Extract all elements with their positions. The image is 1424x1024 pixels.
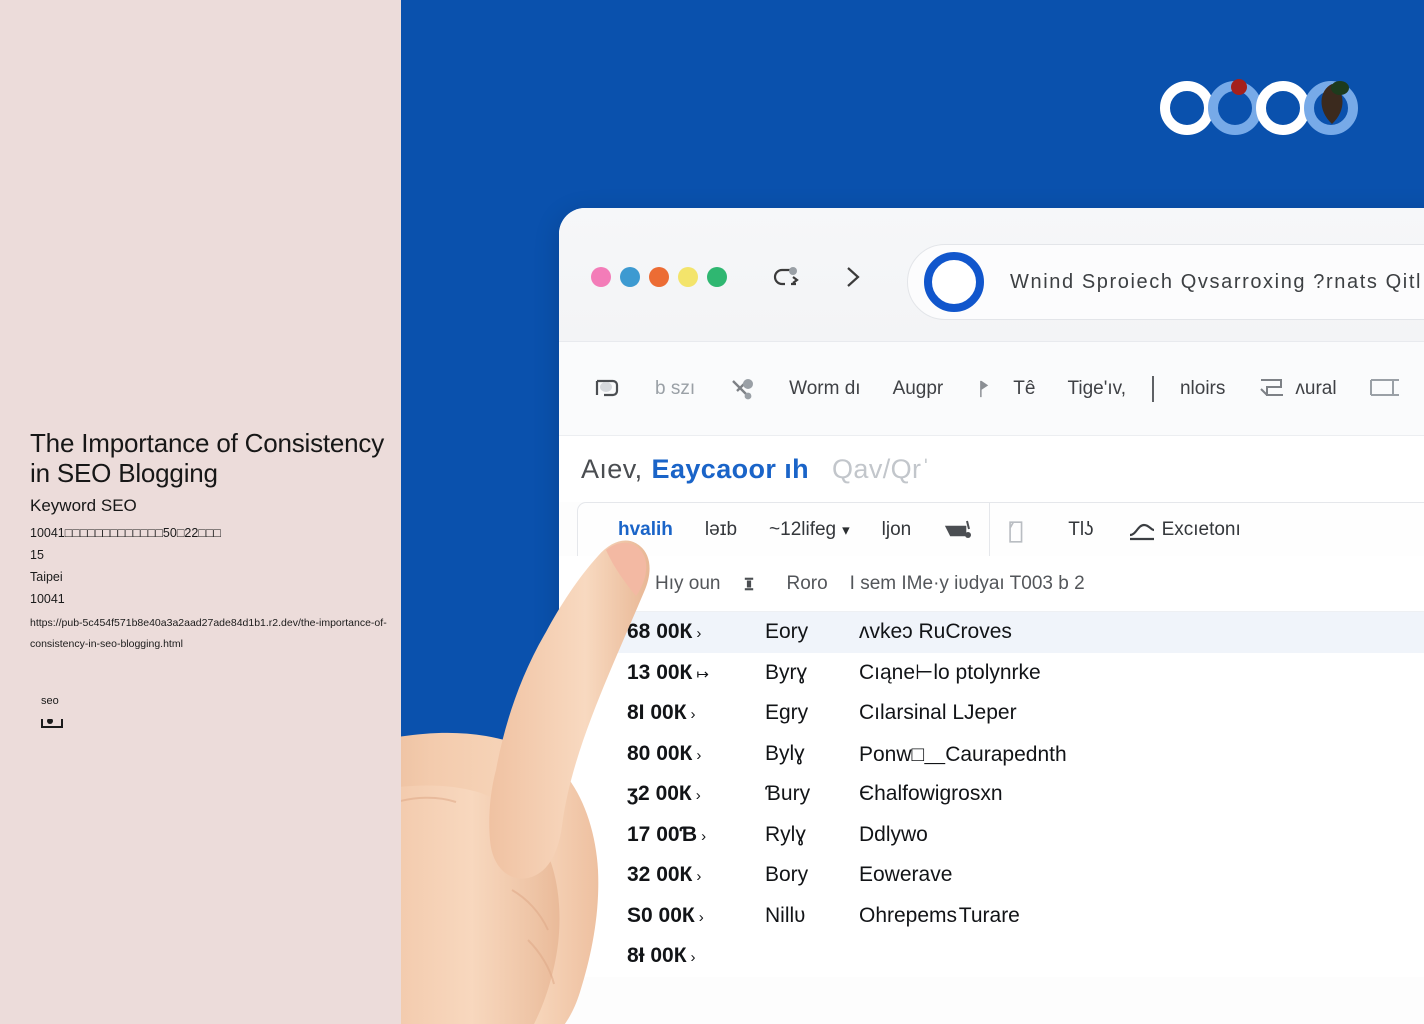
heading-faint: Qav/Qrˈ	[832, 453, 931, 484]
loading-circle-icon	[924, 252, 984, 312]
row-keyword: Ohrepems Turare	[859, 903, 1020, 927]
filter-item-3-label: ~12lifeg	[769, 518, 837, 540]
scissors-icon	[727, 375, 757, 403]
row-difficulty: Rylɣ	[765, 822, 806, 846]
article-meta-block: The Importance of Consistency in SEO Blo…	[30, 428, 390, 728]
toolbar-item-7-label: Tige'ıv,	[1067, 377, 1126, 399]
toolbar-item-9[interactable]: ʌural	[1241, 375, 1352, 403]
filter-item-5[interactable]	[927, 517, 989, 543]
toolbar-item-5-label: Augpr	[892, 377, 944, 399]
filter-item-2[interactable]: ləɪb	[689, 519, 753, 541]
back-history-icon[interactable]	[769, 260, 803, 294]
toolbar-item-1[interactable]	[577, 375, 639, 403]
toolbar-item-8-label: nloirs	[1179, 377, 1226, 399]
filter-item-7-label: Tlʖ	[1068, 518, 1094, 540]
toolbar-item-7[interactable]: Tige'ıv,	[1051, 378, 1142, 400]
filter-item-8[interactable]: Excıetonı	[1110, 517, 1257, 543]
toolbar-item-2-label: b szı	[655, 377, 696, 399]
row-keyword: Ddlywo	[859, 822, 928, 846]
row-difficulty: Ɓury	[765, 782, 811, 806]
hero-panel: Wnind Sproiech Qvsarroxing ?rnats Qitl ·…	[401, 0, 1424, 1024]
filter-item-7[interactable]: Tlʖ	[1052, 519, 1109, 541]
flag-icon	[975, 375, 1005, 403]
filter-bar: hvalih ləɪb ~12lifeg ▾ ljon Tlʖ Excıeton…	[577, 502, 1424, 557]
dot-pink[interactable]	[591, 267, 611, 287]
city-line: Taipei	[30, 570, 63, 584]
screenshot-root: The Importance of Consistency in SEO Blo…	[0, 0, 1424, 1024]
address-bar[interactable]: Wnind Sproiech Qvsarroxing ?rnats Qitl ·…	[907, 244, 1424, 320]
row-keyword: Eowerave	[859, 863, 953, 887]
page-title: The Importance of Consistency in SEO Blo…	[30, 428, 385, 488]
filter-item-4-label: ljon	[881, 518, 912, 540]
filter-item-6[interactable]	[990, 517, 1052, 543]
dot-blue[interactable]	[620, 267, 640, 287]
article-panel: The Importance of Consistency in SEO Blo…	[0, 0, 401, 1024]
street-number-line: 15	[30, 548, 44, 562]
pointing-hand	[401, 540, 700, 1024]
column-header-3[interactable]: I sem IMe·y iʋdyaı T003 b 2	[850, 573, 1085, 595]
toolbar-item-6[interactable]: Tê	[959, 375, 1051, 403]
toolbar-item-3[interactable]	[711, 375, 773, 403]
row-difficulty: Byrɣ	[765, 660, 808, 684]
toolbar-item-6-label: Tê	[1013, 377, 1036, 399]
article-url[interactable]: https://pub-5c454f571b8e40a3a2aad27ade84…	[30, 613, 388, 655]
toolbar-item-9-label: ʌural	[1295, 377, 1337, 399]
card-icon	[1006, 517, 1036, 543]
trend-icon	[1126, 517, 1156, 543]
dot-yellow[interactable]	[678, 267, 698, 287]
row-keyword: Cılarsinal LJeper	[859, 701, 1017, 725]
toolbar-item-8[interactable]: nloirs	[1164, 378, 1241, 400]
row-keyword: Cıąne⊢lo ptolynrke	[859, 661, 1041, 685]
bookmark-shape-icon	[593, 375, 623, 403]
navigation-controls	[769, 260, 869, 294]
postal-code-line: 10041	[30, 592, 65, 606]
dot-orange[interactable]	[649, 267, 669, 287]
window-controls[interactable]	[591, 267, 727, 287]
chevron-down-icon: ▾	[842, 521, 850, 539]
filter-tab-active[interactable]: hvalih	[578, 519, 689, 541]
clipped-badge-icon	[41, 719, 63, 728]
filter-item-2-label: ləɪb	[704, 518, 738, 540]
toolbar-item-10[interactable]	[1353, 375, 1415, 403]
chevron-right-icon[interactable]	[835, 260, 869, 294]
article-subtitle: Keyword SEO	[30, 496, 137, 515]
row-keyword: ʌvkeɔ RuCroves	[859, 620, 1012, 644]
browser-toolbar: b szı Worm dı Augpr Tê Tige'ıv, nloirs ʌ…	[559, 342, 1424, 436]
row-difficulty: Egry	[765, 701, 809, 725]
toolbar-item-2[interactable]: b szı	[639, 378, 711, 400]
heading-prefix: Aıev,	[581, 453, 643, 484]
heading-accent: Eaycaoor ıh	[651, 453, 809, 484]
brand-logo	[1159, 76, 1359, 140]
row-difficulty: Bylɣ	[765, 741, 805, 765]
address-bar-value[interactable]: Wnind Sproiech Qvsarroxing ?rnats Qitl ·…	[1010, 271, 1424, 294]
toolbar-item-4[interactable]: Worm dı	[773, 378, 876, 400]
filter-tab-active-label: hvalih	[618, 518, 673, 540]
row-keyword: Єhalfowigrosxn	[859, 782, 1003, 806]
row-difficulty: Bory	[765, 863, 809, 887]
toolbar-item-4-label: Worm dı	[789, 377, 861, 399]
filter-item-8-label: Excıetonı	[1161, 518, 1241, 540]
page-heading: Aıev, Eaycaoor ıh Qav/Qrˈ	[559, 436, 1424, 502]
cursor-click-icon	[943, 517, 973, 543]
row-difficulty: Nillʋ	[765, 903, 806, 927]
row-difficulty: Eory	[765, 620, 809, 644]
column-header-2[interactable]: Roro	[786, 573, 827, 595]
seo-tag-label: seo	[41, 695, 59, 707]
toolbar-item-5[interactable]: Augpr	[877, 378, 960, 400]
dot-green[interactable]	[707, 267, 727, 287]
tray-icon	[1257, 375, 1287, 403]
filter-item-4[interactable]: ljon	[866, 519, 928, 541]
panel-icon	[1369, 375, 1399, 403]
browser-chrome-bar: Wnind Sproiech Qvsarroxing ?rnats Qitl ·…	[559, 208, 1424, 342]
filter-item-3[interactable]: ~12lifeg ▾	[753, 519, 866, 541]
row-keyword: Ponw□⸏Caurapednth	[859, 742, 1067, 766]
column-icon	[742, 573, 764, 595]
toolbar-divider	[1151, 375, 1154, 402]
address-line: 10041□□□□□□□□□□□□□50□22□□□	[30, 526, 221, 540]
